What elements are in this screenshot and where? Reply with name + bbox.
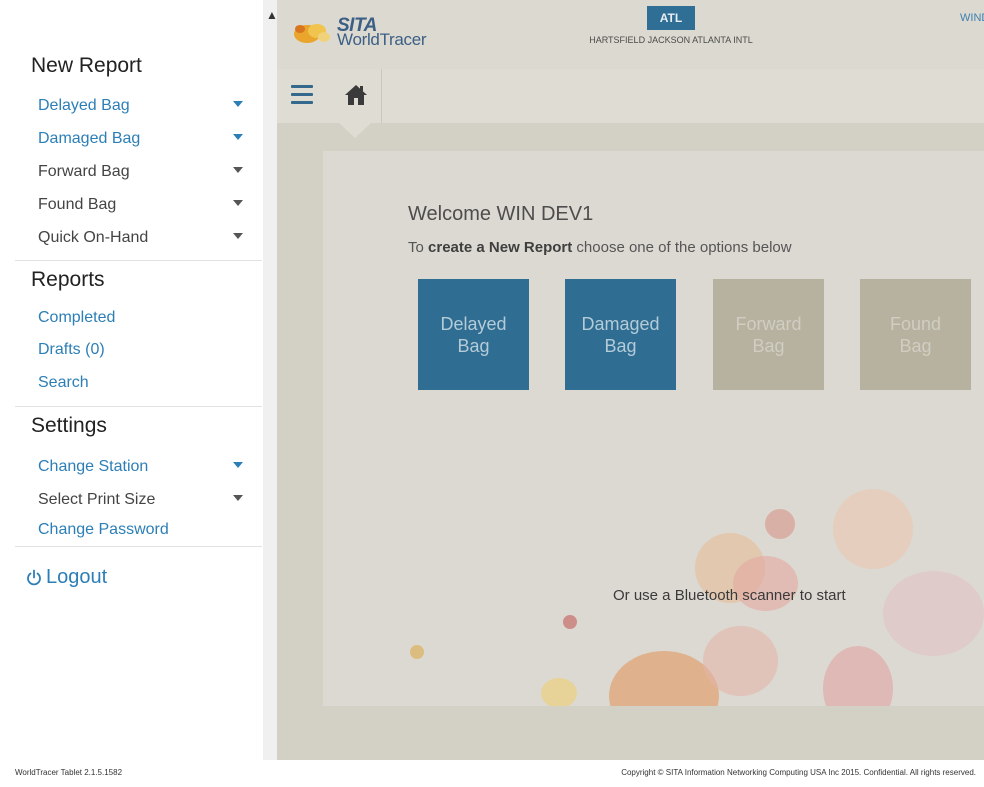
tile-line2: Bag: [899, 335, 932, 356]
user-name[interactable]: WINDEV1: [960, 12, 984, 24]
sidebar-item-damaged-bag[interactable]: Damaged Bag: [38, 130, 140, 148]
instruction-prefix: To: [408, 239, 429, 256]
sidebar-divider: [15, 260, 262, 261]
decor-bubble: [563, 615, 577, 629]
logout-button[interactable]: Logout: [26, 566, 107, 589]
forward-bag-tile[interactable]: Forward Bag: [713, 279, 824, 390]
sidebar-item-change-station[interactable]: Change Station: [38, 458, 148, 476]
caret-down-icon[interactable]: [233, 101, 243, 107]
tile-line1: Found: [889, 313, 942, 334]
sidebar-item-quick-on-hand[interactable]: Quick On-Hand: [38, 229, 148, 247]
nav-separator: [381, 69, 382, 123]
tile-line1: Damaged: [581, 313, 660, 334]
station-name: HARTSFIELD JACKSON ATLANTA INTL: [589, 35, 753, 45]
sidebar-item-forward-bag[interactable]: Forward Bag: [38, 163, 130, 181]
settings-heading: Settings: [31, 414, 107, 437]
power-icon: [27, 569, 41, 585]
home-icon[interactable]: [344, 83, 368, 107]
station-code-badge[interactable]: ATL: [647, 6, 695, 30]
decor-bubble: [883, 571, 984, 656]
reports-heading: Reports: [31, 268, 105, 291]
copyright-notice: Copyright © SITA Information Networking …: [621, 768, 976, 777]
instruction-text: To create a New Report choose one of the…: [408, 239, 792, 256]
menu-icon[interactable]: [291, 85, 313, 107]
tile-line2: Bag: [457, 335, 490, 356]
caret-down-icon[interactable]: [233, 495, 243, 501]
new-report-heading: New Report: [31, 54, 142, 77]
sidebar-menu: New Report Delayed Bag Damaged Bag Forwa…: [0, 0, 263, 760]
logo-product: WorldTracer: [337, 30, 427, 49]
decor-bubble: [541, 678, 577, 706]
instruction-bold: create a New Report: [428, 239, 573, 256]
sidebar-divider: [15, 546, 262, 547]
sidebar-item-found-bag[interactable]: Found Bag: [38, 196, 116, 214]
welcome-heading: Welcome WIN DEV1: [408, 203, 594, 225]
tile-line2: Bag: [752, 335, 785, 356]
app-version: WorldTracer Tablet 2.1.5.1582: [15, 768, 123, 777]
sidebar-item-delayed-bag[interactable]: Delayed Bag: [38, 97, 130, 115]
decor-bubble: [410, 645, 424, 659]
sidebar-item-drafts[interactable]: Drafts (0): [38, 341, 105, 359]
sidebar-item-search[interactable]: Search: [38, 374, 89, 392]
sidebar-item-completed[interactable]: Completed: [38, 309, 115, 327]
tile-line1: Forward: [735, 313, 802, 334]
sidebar-scrollbar[interactable]: ▲: [263, 0, 278, 760]
sidebar-divider: [15, 406, 262, 407]
found-bag-tile[interactable]: Found Bag: [860, 279, 971, 390]
scroll-up-icon[interactable]: ▲: [266, 8, 278, 22]
instruction-suffix: choose one of the options below: [572, 239, 792, 256]
decor-bubble: [765, 509, 795, 539]
sidebar-item-select-print-size[interactable]: Select Print Size: [38, 491, 155, 509]
top-header: SITA WorldTracer ATL HARTSFIELD JACKSON …: [277, 0, 984, 69]
caret-down-icon[interactable]: [233, 167, 243, 173]
decor-bubble: [833, 489, 913, 569]
caret-down-icon[interactable]: [233, 200, 243, 206]
tile-line2: Bag: [604, 335, 637, 356]
decor-bubble: [823, 646, 893, 706]
logout-label: Logout: [46, 566, 108, 588]
damaged-bag-tile[interactable]: Damaged Bag: [565, 279, 676, 390]
footer: WorldTracer Tablet 2.1.5.1582 Copyright …: [0, 760, 984, 787]
nav-bar: [277, 69, 984, 123]
sidebar-item-change-password[interactable]: Change Password: [38, 521, 169, 539]
tile-line1: Delayed: [440, 313, 507, 334]
decor-bubble: [703, 626, 778, 696]
logo-swirl-icon: [294, 24, 330, 43]
delayed-bag-tile[interactable]: Delayed Bag: [418, 279, 529, 390]
main-app-area: SITA WorldTracer ATL HARTSFIELD JACKSON …: [277, 0, 984, 760]
caret-down-icon[interactable]: [233, 134, 243, 140]
welcome-card: Welcome WIN DEV1 To create a New Report …: [323, 151, 984, 706]
caret-down-icon[interactable]: [233, 462, 243, 468]
nav-pointer: [339, 123, 371, 138]
sita-worldtracer-logo: SITA WorldTracer: [291, 14, 431, 54]
bluetooth-scanner-hint: Or use a Bluetooth scanner to start: [613, 587, 846, 604]
caret-down-icon[interactable]: [233, 233, 243, 239]
